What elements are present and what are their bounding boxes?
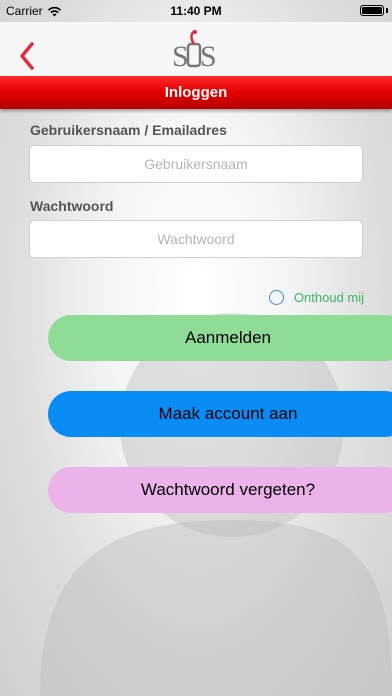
password-label: Wachtwoord [30, 198, 114, 214]
password-input[interactable] [29, 220, 363, 258]
username-label: Gebruikersnaam / Emailadres [30, 122, 227, 138]
sos-logo-icon: S S [172, 29, 217, 73]
svg-text:S: S [200, 40, 217, 73]
navigation-bar: S S [0, 22, 392, 76]
login-button[interactable]: Aanmelden [48, 315, 392, 361]
clock: 11:40 PM [170, 4, 222, 18]
chevron-left-icon [20, 42, 34, 70]
remember-me-radio[interactable] [268, 290, 284, 305]
create-account-button[interactable]: Maak account aan [48, 391, 392, 437]
back-button[interactable] [14, 40, 44, 72]
remember-me-label: Onthoud mij [293, 290, 364, 305]
battery-icon [360, 5, 384, 16]
page-title: Inloggen [164, 84, 228, 101]
remember-me-toggle[interactable]: Onthoud mij [268, 290, 364, 305]
username-input[interactable] [29, 145, 363, 183]
status-bar: Carrier 11:40 PM [0, 0, 392, 22]
forgot-password-button[interactable]: Wachtwoord vergeten? [48, 467, 392, 513]
svg-text:S: S [172, 40, 189, 73]
page-title-banner: Inloggen [0, 76, 392, 109]
